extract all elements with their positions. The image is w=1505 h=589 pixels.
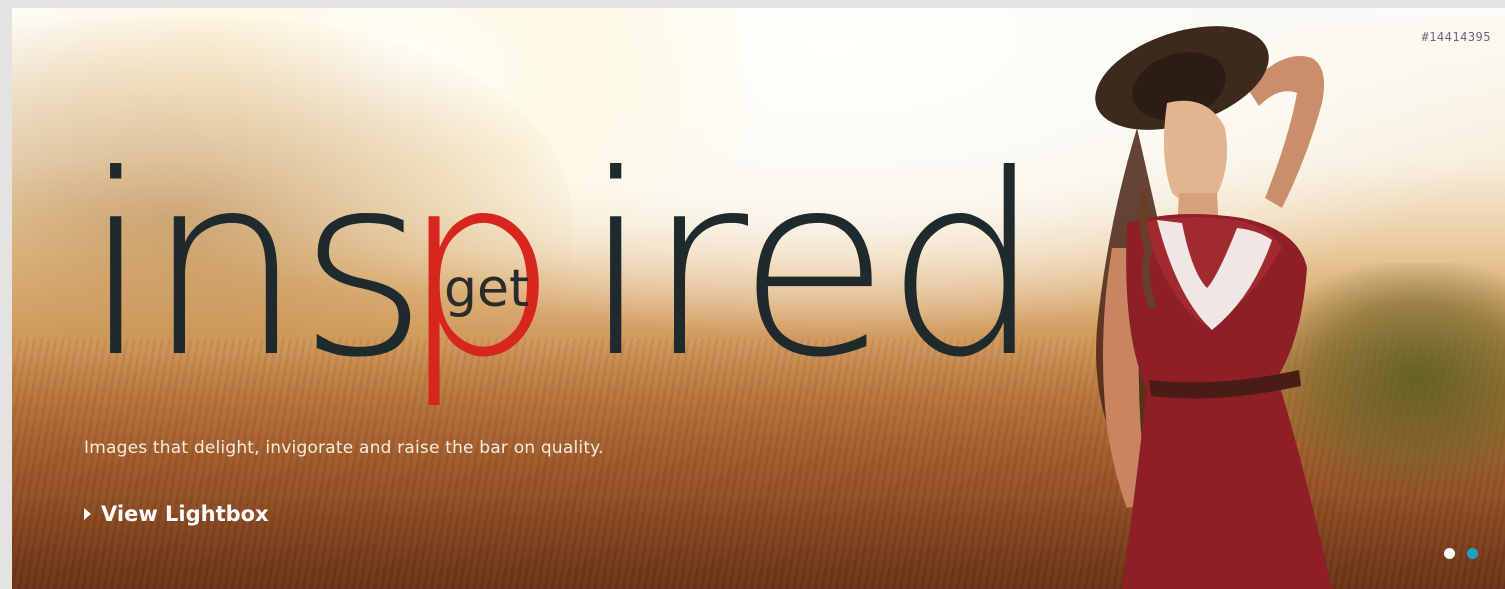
model-photo (1095, 26, 1332, 589)
view-lightbox-label: View Lightbox (101, 502, 269, 526)
headline-right: ired (582, 158, 1037, 412)
headline-left: ins (82, 158, 422, 412)
carousel-dot-2[interactable] (1467, 548, 1478, 559)
banner-tagline: Images that delight, invigorate and rais… (84, 438, 604, 458)
view-lightbox-link[interactable]: View Lightbox (84, 502, 269, 526)
headline-accent-word: get (444, 259, 529, 319)
hero-banner[interactable]: #14414395 ins p get ired Images that del… (12, 8, 1505, 589)
banner-frame: #14414395 ins p get ired Images that del… (0, 0, 1505, 589)
carousel-dot-1[interactable] (1444, 548, 1455, 559)
carousel-dots (1444, 548, 1478, 559)
caret-right-icon (84, 508, 91, 520)
image-id-label: #14414395 (1421, 30, 1491, 44)
headline-get-inspired: ins p get ired (82, 158, 1042, 412)
